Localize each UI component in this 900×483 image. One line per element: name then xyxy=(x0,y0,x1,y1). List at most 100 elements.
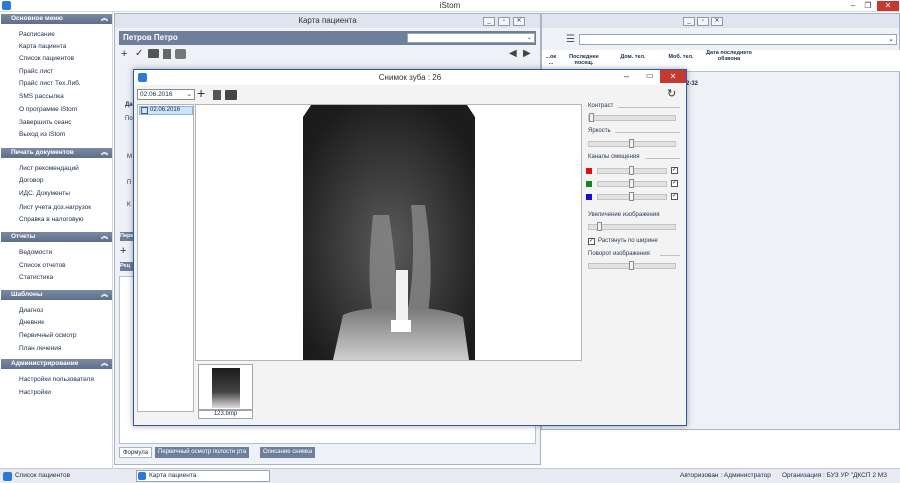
check-icon[interactable]: ✓ xyxy=(135,48,143,59)
delete-icon[interactable] xyxy=(163,49,171,59)
minimize-icon[interactable]: – xyxy=(624,71,629,81)
sidebar-item-patient-list[interactable]: Список пациентов xyxy=(19,55,74,62)
add-icon[interactable]: + xyxy=(121,48,127,60)
print-icon[interactable] xyxy=(225,90,237,100)
minimize-icon[interactable]: _ xyxy=(483,17,495,26)
sidebar-item-statements[interactable]: Ведомости xyxy=(19,249,52,256)
sidebar-item-statistics[interactable]: Статистика xyxy=(19,274,53,281)
add-icon[interactable]: + xyxy=(197,85,205,101)
collapse-chevron-icon[interactable]: ︽ xyxy=(101,232,108,242)
close-icon[interactable]: ✕ xyxy=(513,17,525,26)
green-channel-checkbox[interactable]: ✓ xyxy=(671,180,678,187)
image-viewport[interactable] xyxy=(195,104,582,361)
red-channel-checkbox[interactable]: ✓ xyxy=(671,167,678,174)
rotate-slider[interactable] xyxy=(588,261,676,270)
dropdown-arrow-icon[interactable]: ⌄ xyxy=(888,35,894,43)
collapse-chevron-icon[interactable]: ︽ xyxy=(101,148,108,158)
slider-thumb[interactable] xyxy=(589,113,594,122)
sidebar-item-exit[interactable]: Выход из iStom xyxy=(19,131,65,138)
blue-channel-slider[interactable] xyxy=(597,192,667,201)
sidebar-item-report-list[interactable]: Список отчетов xyxy=(19,262,66,269)
column-header[interactable]: Моб. тел. xyxy=(658,54,704,60)
slider-thumb[interactable] xyxy=(629,179,634,188)
dropdown-arrow-icon[interactable]: ⌄ xyxy=(527,34,532,41)
arrow-right-icon[interactable]: ▶ xyxy=(523,48,531,59)
list-item[interactable]: 02.06.2016 xyxy=(139,106,193,115)
maximize-icon[interactable]: ▭ xyxy=(646,71,654,80)
sidebar-item-ids-documents[interactable]: ИДС. Документы xyxy=(19,190,70,197)
close-icon[interactable]: ✕ xyxy=(877,1,899,11)
slider-thumb[interactable] xyxy=(629,139,634,148)
taskbar-item-patient-card[interactable]: Карта пациента xyxy=(136,470,270,482)
blue-channel-checkbox[interactable]: ✓ xyxy=(671,193,678,200)
print-icon[interactable] xyxy=(148,49,159,58)
collapse-chevron-icon[interactable]: ︽ xyxy=(101,14,108,24)
sidebar-item-price-list[interactable]: Прайс лист xyxy=(19,68,53,75)
sidebar-section-print[interactable]: Печать документов ︽ xyxy=(1,148,112,158)
delete-icon[interactable] xyxy=(213,90,221,100)
sidebar-item-patient-card[interactable]: Карта пациента xyxy=(19,43,66,50)
date-select[interactable]: 02.06.2016 ⌄ xyxy=(137,89,195,100)
collapse-chevron-icon[interactable]: ︽ xyxy=(101,359,108,369)
brightness-slider[interactable] xyxy=(588,139,676,148)
sidebar-item-diagnosis[interactable]: Диагноз xyxy=(19,307,43,314)
minimize-icon[interactable]: – xyxy=(846,1,860,11)
tab-formula[interactable]: Формула xyxy=(119,447,153,458)
sidebar-item-about[interactable]: О программе iStom xyxy=(19,106,77,113)
column-header[interactable]: ...ое ... xyxy=(545,54,557,66)
image-thumbnail[interactable] xyxy=(198,364,253,410)
sidebar-item-schedule[interactable]: Расписание xyxy=(19,31,55,38)
add-icon[interactable]: + xyxy=(120,245,126,257)
sidebar-section-main[interactable]: Основное меню ︽ xyxy=(1,14,112,24)
section-tab[interactable]: Перв xyxy=(120,232,134,241)
restore-icon[interactable]: ▫ xyxy=(697,17,709,26)
sidebar-item-treatment-plan[interactable]: План лечения xyxy=(19,345,61,352)
thumbnail-image xyxy=(212,368,240,408)
section-tab[interactable]: Рец xyxy=(120,262,134,271)
sidebar-item-recommendations[interactable]: Лист рекомендаций xyxy=(19,165,79,172)
sidebar-section-templates[interactable]: Шаблоны ︽ xyxy=(1,290,112,300)
collapse-chevron-icon[interactable]: ︽ xyxy=(101,290,108,300)
restore-icon[interactable]: ▫ xyxy=(498,17,510,26)
search-field[interactable]: ⌄ xyxy=(579,34,897,45)
sidebar-item-dose-sheet[interactable]: Лист учета доз.нагрузок xyxy=(19,204,91,211)
sidebar-item-diary[interactable]: Дневник xyxy=(19,319,44,326)
red-channel-slider[interactable] xyxy=(597,166,667,175)
minimize-icon[interactable]: _ xyxy=(683,17,695,26)
tab-initial-exam[interactable]: Первичный осмотр полости рта xyxy=(155,447,250,458)
filter-settings-icon[interactable]: ☰ xyxy=(566,34,575,45)
slider-thumb[interactable] xyxy=(629,192,634,201)
column-header[interactable]: Дата последнего обзвона xyxy=(706,50,752,62)
close-icon[interactable]: ✕ xyxy=(711,17,723,26)
refresh-icon[interactable]: ↻ xyxy=(667,87,676,100)
status-patient-list[interactable]: Список пациентов xyxy=(15,472,70,479)
sidebar-section-admin[interactable]: Администрирование ︽ xyxy=(1,359,112,369)
slider-thumb[interactable] xyxy=(629,166,634,175)
close-icon[interactable]: ✕ xyxy=(660,70,686,83)
restore-icon[interactable]: ❐ xyxy=(861,1,875,11)
contrast-slider[interactable] xyxy=(588,113,676,122)
sidebar-item-end-session[interactable]: Завершить сеанс xyxy=(19,119,72,126)
slider-thumb[interactable] xyxy=(629,261,634,270)
tab-image-description[interactable]: Описание снимка xyxy=(260,447,316,458)
sidebar-item-price-list-tech[interactable]: Прайс лист Тех.Либ. xyxy=(19,80,81,87)
column-header[interactable]: Дом. тел. xyxy=(610,54,656,60)
column-header[interactable]: Последнее посещ. xyxy=(560,54,608,66)
slider-thumb[interactable] xyxy=(597,222,602,231)
sidebar-item-initial-exam[interactable]: Первичный осмотр xyxy=(19,332,76,339)
green-channel-swatch xyxy=(586,181,592,187)
zoom-slider[interactable] xyxy=(588,222,676,231)
sidebar-section-reports[interactable]: Отчеты ︽ xyxy=(1,232,112,242)
sidebar-item-contract[interactable]: Договор xyxy=(19,177,44,184)
stretch-checkbox[interactable]: ✓ xyxy=(588,238,595,245)
green-channel-slider[interactable] xyxy=(597,179,667,188)
sidebar-item-tax-certificate[interactable]: Справка в налоговую xyxy=(19,216,84,223)
arrow-left-icon[interactable]: ◀ xyxy=(509,48,517,59)
sidebar-item-settings[interactable]: Настройки xyxy=(19,389,51,396)
sidebar-item-sms[interactable]: SMS рассылка xyxy=(19,93,64,100)
dropdown-arrow-icon[interactable]: ⌄ xyxy=(187,90,192,99)
sidebar-item-user-settings[interactable]: Настройки пользователя xyxy=(19,376,94,383)
database-icon[interactable] xyxy=(175,49,186,59)
card-select[interactable]: ⌄ xyxy=(407,33,535,43)
table-cell[interactable]: 2-32 xyxy=(686,81,698,87)
